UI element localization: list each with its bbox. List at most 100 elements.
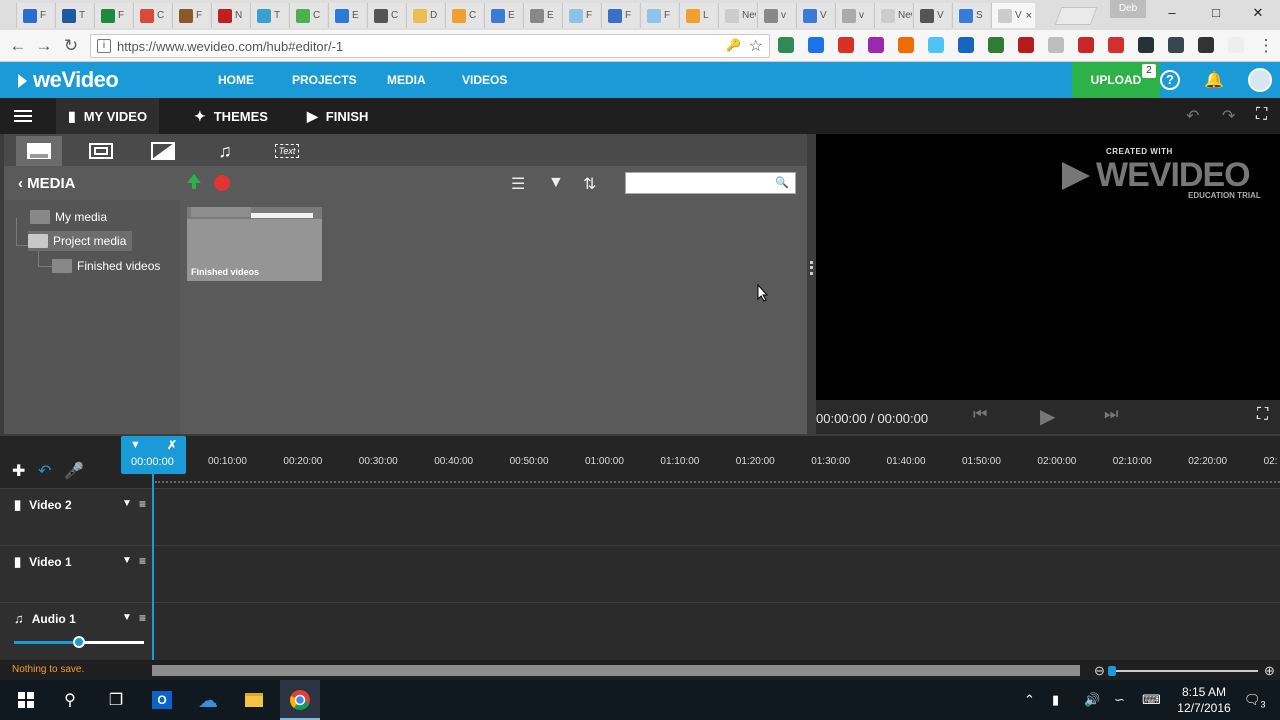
windows-start-icon[interactable] (14, 688, 38, 712)
extension-icon[interactable] (958, 37, 974, 53)
hamburger-menu-icon[interactable] (14, 110, 32, 122)
extension-icon[interactable] (1108, 37, 1124, 53)
playhead[interactable]: ▼ ✗ 00:00:00 (121, 436, 186, 474)
search-icon[interactable]: ⚲ (58, 688, 82, 712)
text-tab[interactable]: Text (264, 136, 310, 166)
profile-button[interactable]: Deb (1110, 0, 1146, 18)
browser-tab[interactable]: F (601, 3, 639, 28)
extension-icon[interactable] (988, 37, 1004, 53)
upload-media-icon[interactable] (187, 174, 201, 183)
zoom-out-icon[interactable]: ⊖ (1094, 663, 1105, 679)
key-icon[interactable]: 🔑 (726, 38, 741, 52)
extension-icon[interactable] (1168, 37, 1184, 53)
browser-tab[interactable]: v (757, 3, 795, 28)
folder-card-finished-videos[interactable]: Finished videos (187, 207, 322, 281)
marker-icon[interactable]: ▼ (130, 439, 141, 451)
browser-tab[interactable]: S (952, 3, 990, 28)
action-center-icon[interactable]: 🗨3 (1244, 692, 1266, 710)
track-menu-icon[interactable]: ≡ (139, 497, 146, 511)
reload-icon[interactable]: ↻ (61, 36, 81, 56)
outlook-icon[interactable]: O (150, 688, 174, 712)
tab-finish[interactable]: ▶ FINISH (307, 98, 368, 134)
notifications-bell-icon[interactable]: 🔔 (1204, 70, 1224, 90)
tree-item-project-media[interactable]: Project media (28, 231, 133, 251)
volume-icon[interactable]: 🔊 (1084, 692, 1100, 708)
browser-tab[interactable]: T (55, 3, 93, 28)
tab-themes[interactable]: ✦ THEMES (194, 98, 268, 134)
list-view-icon[interactable]: ☰ (511, 174, 525, 194)
undo-icon[interactable]: ↶ (1186, 106, 1199, 126)
microphone-icon[interactable]: 🎤 (64, 461, 84, 481)
browser-tab[interactable]: E (484, 3, 522, 28)
url-input[interactable] (117, 38, 717, 54)
transitions-tab[interactable] (78, 136, 124, 166)
track-menu-icon[interactable]: ≡ (139, 611, 146, 625)
browser-tab[interactable]: C (133, 3, 171, 28)
bookmark-star-icon[interactable]: ☆ (749, 36, 763, 56)
track-dropdown-icon[interactable]: ▼ (122, 612, 132, 623)
skip-forward-icon[interactable]: ⏭ (1104, 406, 1118, 424)
keyboard-icon[interactable]: ⌨ (1142, 692, 1161, 708)
zoom-in-icon[interactable]: ⊕ (1264, 663, 1275, 679)
chrome-icon[interactable] (288, 688, 312, 712)
nav-home[interactable]: HOME (218, 73, 254, 87)
new-tab-button[interactable] (1054, 7, 1098, 25)
extension-icon[interactable] (1018, 37, 1034, 53)
music-tab[interactable]: ♫ (202, 136, 248, 166)
tree-item-finished-videos[interactable]: Finished videos (52, 256, 160, 276)
wevideo-logo[interactable]: weVideo (18, 67, 119, 93)
play-icon[interactable]: ▶ (1040, 404, 1055, 429)
file-explorer-icon[interactable] (242, 688, 266, 712)
track-dropdown-icon[interactable]: ▼ (122, 555, 132, 566)
filter-icon[interactable]: ▼ (548, 174, 564, 192)
close-window-icon[interactable]: ✕ (1246, 4, 1270, 22)
power-icon[interactable]: ▮ (1052, 692, 1059, 708)
split-scissors-icon[interactable]: ✗ (167, 438, 177, 452)
show-hidden-icons-icon[interactable]: ⌃ (1024, 692, 1035, 708)
preview-fullscreen-icon[interactable]: ⛶ (1257, 406, 1268, 424)
maximize-icon[interactable]: □ (1204, 4, 1228, 22)
extension-icon[interactable] (1078, 37, 1094, 53)
extension-icon[interactable] (1138, 37, 1154, 53)
search-icon[interactable]: 🔍 (775, 176, 789, 189)
panel-splitter[interactable] (807, 134, 816, 434)
browser-tab[interactable]: C (289, 3, 327, 28)
browser-tab[interactable]: C (367, 3, 405, 28)
media-back-button[interactable]: ‹ MEDIA (18, 175, 76, 192)
volume-knob[interactable] (73, 636, 85, 648)
browser-tab[interactable]: N (211, 3, 249, 28)
address-bar[interactable]: i 🔑 ☆ (90, 34, 770, 58)
browser-tab[interactable]: v (835, 3, 873, 28)
browser-tab[interactable]: New (874, 3, 912, 28)
magnet-snap-icon[interactable]: ↶ (38, 461, 51, 481)
close-tab-icon[interactable]: × (1026, 10, 1032, 22)
browser-tab[interactable]: F (16, 3, 54, 28)
browser-tab[interactable]: E (328, 3, 366, 28)
browser-tab[interactable]: F (94, 3, 132, 28)
browser-tab[interactable]: V (796, 3, 834, 28)
record-icon[interactable] (214, 175, 230, 191)
nav-projects[interactable]: PROJECTS (292, 73, 357, 87)
page-info-icon[interactable]: i (97, 39, 111, 53)
wifi-icon[interactable]: ∽ (1114, 692, 1125, 708)
skip-back-icon[interactable]: ⏮ (973, 406, 987, 424)
track-dropdown-icon[interactable]: ▼ (122, 498, 132, 509)
extension-icon[interactable] (1048, 37, 1064, 53)
browser-tab[interactable]: C (445, 3, 483, 28)
onedrive-icon[interactable]: ☁ (196, 688, 220, 712)
tree-item-my-media[interactable]: My media (30, 207, 107, 227)
timeline-zoom[interactable]: ⊖ ⊕ (1092, 663, 1278, 679)
color-tab[interactable] (140, 136, 186, 166)
tab-my-video[interactable]: ▮ MY VIDEO (56, 98, 160, 134)
extension-icon[interactable] (838, 37, 854, 53)
browser-tab[interactable]: F (172, 3, 210, 28)
zoom-track[interactable] (1110, 670, 1258, 672)
taskbar-clock[interactable]: 8:15 AM 12/7/2016 (1176, 684, 1232, 716)
extension-icon[interactable] (928, 37, 944, 53)
extension-icon[interactable] (1198, 37, 1214, 53)
add-track-icon[interactable]: ✚ (12, 461, 25, 481)
browser-tab[interactable]: V (913, 3, 951, 28)
extension-icon[interactable] (778, 37, 794, 53)
forward-arrow-icon[interactable]: → (34, 36, 54, 56)
browser-tab[interactable]: T (250, 3, 288, 28)
